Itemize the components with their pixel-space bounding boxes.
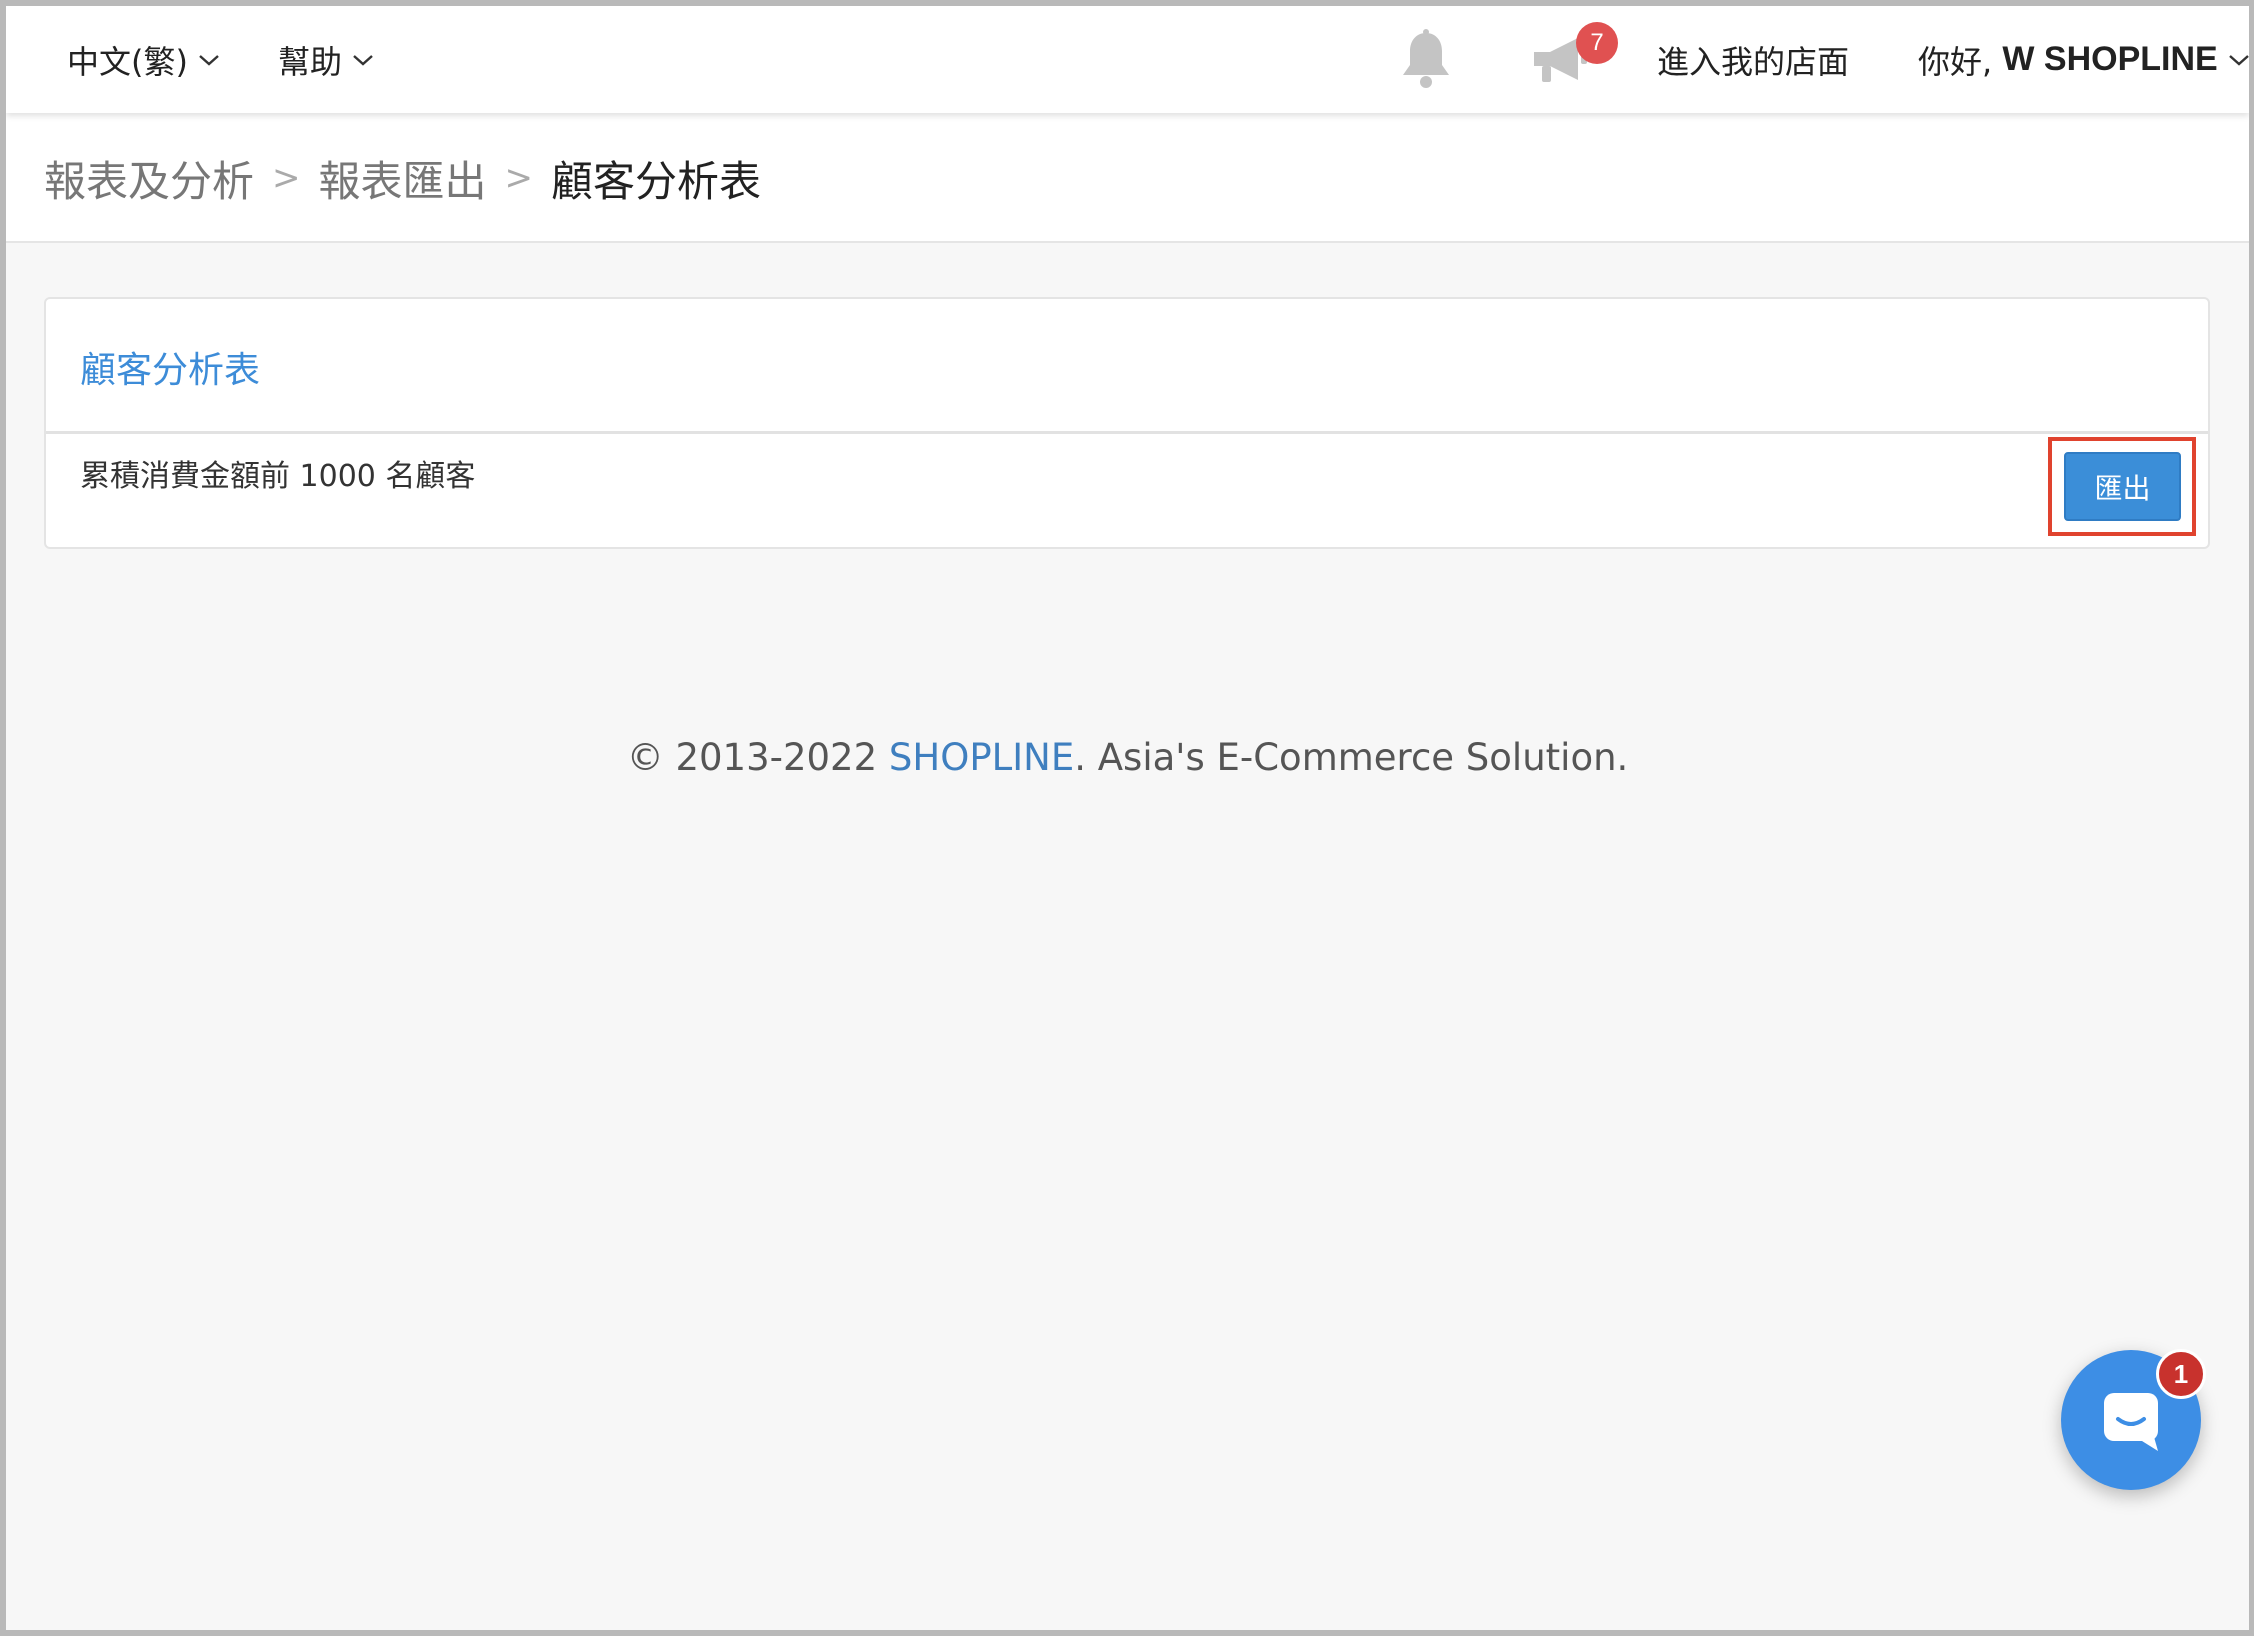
card-title: 顧客分析表 <box>80 349 261 391</box>
account-dropdown[interactable]: 你好, W SHOPLINE <box>1918 6 2249 113</box>
chat-icon <box>2104 1393 2158 1451</box>
report-card: 顧客分析表 累積消費金額前 1000 名顧客 匯出 <box>44 297 2210 549</box>
report-row-label: 累積消費金額前 1000 名顧客 <box>80 459 476 494</box>
top-navbar: 中文(繁) 幫助 7 進入我的店面 你好, W SHOPLINE <box>6 6 2249 113</box>
footer-tagline: . Asia's E-Commerce Solution. <box>1074 736 1629 779</box>
help-label: 幫助 <box>278 42 343 81</box>
chevron-down-icon <box>2228 54 2249 66</box>
storefront-link[interactable]: 進入我的店面 <box>1657 6 1849 113</box>
announcements-badge: 7 <box>1576 22 1618 64</box>
breadcrumb-bar: 報表及分析 > 報表匯出 > 顧客分析表 <box>6 113 2249 243</box>
breadcrumb-item-current: 顧客分析表 <box>551 156 762 206</box>
breadcrumb-item-reports[interactable]: 報表及分析 <box>44 148 254 209</box>
app-window: 中文(繁) 幫助 7 進入我的店面 你好, W SHOPLINE 報表及分析 >… <box>6 6 2249 1630</box>
breadcrumb-separator: > <box>504 158 534 198</box>
breadcrumb-item-report-export[interactable]: 報表匯出 <box>319 148 487 209</box>
account-name: W SHOPLINE <box>2002 40 2218 78</box>
breadcrumb-separator: > <box>272 158 301 198</box>
card-header: 顧客分析表 <box>46 299 2208 434</box>
greeting-prefix: 你好, <box>1918 42 2003 81</box>
chevron-down-icon <box>199 54 219 66</box>
language-dropdown[interactable]: 中文(繁) <box>67 6 220 113</box>
notifications-button[interactable] <box>1396 6 1456 113</box>
bell-icon <box>1403 28 1449 88</box>
help-dropdown[interactable]: 幫助 <box>278 6 374 113</box>
chat-unread-badge: 1 <box>2156 1349 2206 1399</box>
footer-copyright: © 2013-2022 <box>626 736 889 779</box>
chevron-down-icon <box>353 54 373 66</box>
footer: © 2013-2022 SHOPLINE. Asia's E-Commerce … <box>6 736 2249 779</box>
export-button[interactable]: 匯出 <box>2064 452 2181 521</box>
language-label: 中文(繁) <box>67 42 188 81</box>
footer-brand-link[interactable]: SHOPLINE <box>889 736 1074 779</box>
breadcrumb: 報表及分析 > 報表匯出 > 顧客分析表 <box>44 113 761 243</box>
